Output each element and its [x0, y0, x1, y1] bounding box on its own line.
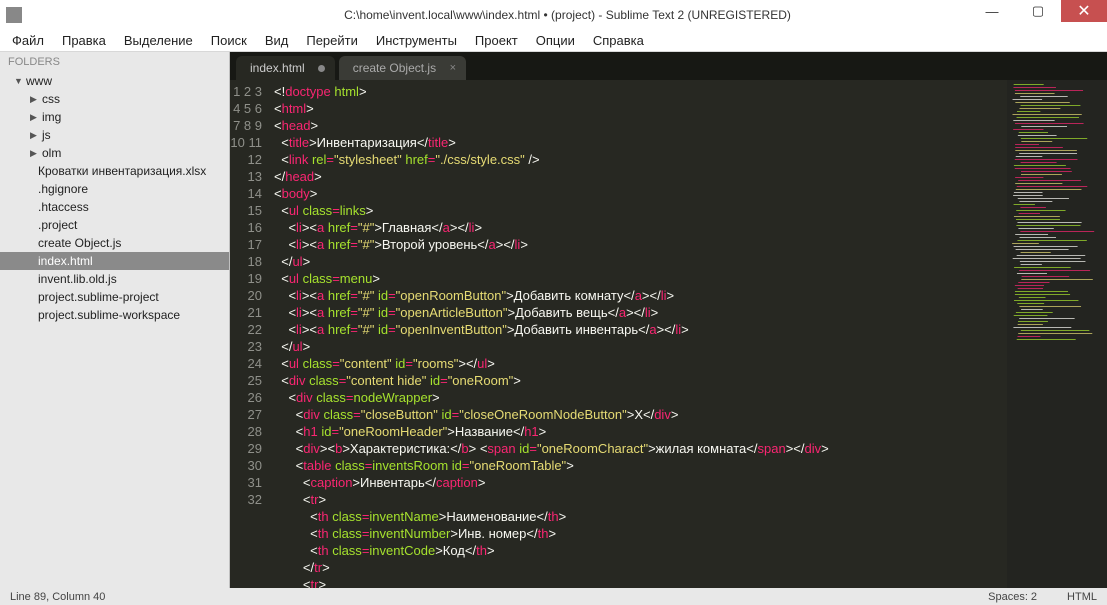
menu-item-5[interactable]: Перейти	[298, 31, 366, 50]
folder-www[interactable]: ▼www	[0, 72, 229, 90]
tree-label: css	[42, 92, 60, 106]
file-.htaccess[interactable]: .htaccess	[0, 198, 229, 216]
tree-label: img	[42, 110, 61, 124]
app-icon	[6, 7, 22, 23]
folder-img[interactable]: ▶img	[0, 108, 229, 126]
tree-label: www	[26, 74, 52, 88]
file-project.sublime-workspace[interactable]: project.sublime-workspace	[0, 306, 229, 324]
minimap[interactable]	[1007, 80, 1107, 588]
close-tab-icon[interactable]: ×	[450, 62, 456, 74]
folder-tree: ▼www▶css▶img▶js▶olmКроватки инвентаризац…	[0, 72, 229, 588]
file-Кроватки инвентаризация.xlsx[interactable]: Кроватки инвентаризация.xlsx	[0, 162, 229, 180]
expand-icon[interactable]: ▶	[30, 112, 40, 123]
menu-item-3[interactable]: Поиск	[203, 31, 255, 50]
file-invent.lib.old.js[interactable]: invent.lib.old.js	[0, 270, 229, 288]
folder-css[interactable]: ▶css	[0, 90, 229, 108]
file-.hgignore[interactable]: .hgignore	[0, 180, 229, 198]
sidebar-header: FOLDERS	[0, 52, 229, 72]
tab-1[interactable]: create Object.js ×	[339, 56, 466, 80]
tree-label: .project	[38, 218, 77, 232]
close-button[interactable]: ✕	[1061, 0, 1107, 22]
tab-label: create Object.js	[353, 61, 436, 75]
tree-label: olm	[42, 146, 61, 160]
expand-icon[interactable]: ▶	[30, 94, 40, 105]
window-title: C:\home\invent.local\www\index.html • (p…	[28, 8, 1107, 22]
tree-label: index.html	[38, 254, 93, 268]
menu-item-4[interactable]: Вид	[257, 31, 297, 50]
menu-item-8[interactable]: Опции	[528, 31, 583, 50]
file-create Object.js[interactable]: create Object.js	[0, 234, 229, 252]
tree-label: project.sublime-workspace	[38, 308, 180, 322]
folder-olm[interactable]: ▶olm	[0, 144, 229, 162]
maximize-button[interactable]: ▢	[1015, 0, 1061, 22]
tree-label: invent.lib.old.js	[38, 272, 117, 286]
tree-label: .htaccess	[38, 200, 89, 214]
expand-icon[interactable]: ▶	[30, 148, 40, 159]
menu-item-9[interactable]: Справка	[585, 31, 652, 50]
menu-item-2[interactable]: Выделение	[116, 31, 201, 50]
status-lang[interactable]: HTML	[1067, 591, 1097, 603]
folder-js[interactable]: ▶js	[0, 126, 229, 144]
status-cursor[interactable]: Line 89, Column 40	[10, 591, 988, 603]
code-content[interactable]: <!doctype html><html><head> <title>Инвен…	[270, 80, 1107, 588]
dirty-dot-icon[interactable]	[318, 65, 325, 72]
menubar: ФайлПравкаВыделениеПоискВидПерейтиИнстру…	[0, 30, 1107, 52]
editor-area: index.html create Object.js × 1 2 3 4 5 6 …	[230, 52, 1107, 588]
menu-item-0[interactable]: Файл	[4, 31, 52, 50]
expand-icon[interactable]: ▼	[14, 76, 24, 86]
menu-item-6[interactable]: Инструменты	[368, 31, 465, 50]
tree-label: .hgignore	[38, 182, 88, 196]
menu-item-1[interactable]: Правка	[54, 31, 114, 50]
tree-label: Кроватки инвентаризация.xlsx	[38, 164, 206, 178]
tree-label: js	[42, 128, 51, 142]
tree-label: create Object.js	[38, 236, 121, 250]
window-controls: — ▢ ✕	[969, 0, 1107, 22]
expand-icon[interactable]: ▶	[30, 130, 40, 141]
tab-0[interactable]: index.html	[236, 56, 335, 80]
status-spaces[interactable]: Spaces: 2	[988, 591, 1037, 603]
statusbar: Line 89, Column 40 Spaces: 2 HTML	[0, 588, 1107, 605]
file-.project[interactable]: .project	[0, 216, 229, 234]
main-area: FOLDERS ▼www▶css▶img▶js▶olmКроватки инве…	[0, 52, 1107, 588]
sidebar: FOLDERS ▼www▶css▶img▶js▶olmКроватки инве…	[0, 52, 230, 588]
tabbar: index.html create Object.js ×	[230, 52, 1107, 80]
file-project.sublime-project[interactable]: project.sublime-project	[0, 288, 229, 306]
menu-item-7[interactable]: Проект	[467, 31, 526, 50]
minimize-button[interactable]: —	[969, 0, 1015, 22]
code-area[interactable]: 1 2 3 4 5 6 7 8 9 10 11 12 13 14 15 16 1…	[230, 80, 1107, 588]
file-index.html[interactable]: index.html	[0, 252, 229, 270]
line-gutter: 1 2 3 4 5 6 7 8 9 10 11 12 13 14 15 16 1…	[230, 80, 270, 588]
tab-label: index.html	[250, 61, 305, 75]
tree-label: project.sublime-project	[38, 290, 159, 304]
titlebar: C:\home\invent.local\www\index.html • (p…	[0, 0, 1107, 30]
